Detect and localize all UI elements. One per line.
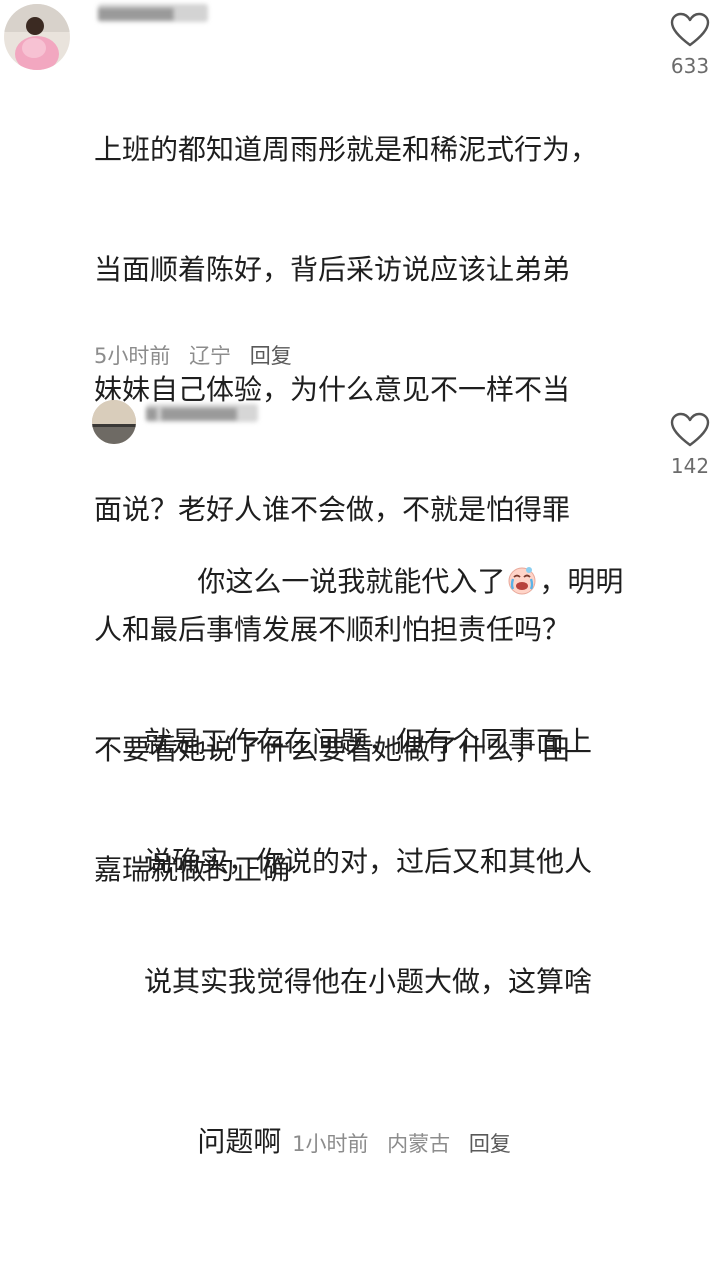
text-segment: 问题啊 (197, 1125, 282, 1158)
text-line: 说确实，你说的对，过后又和其他人 (144, 845, 593, 878)
like-count: 142 (670, 454, 710, 478)
timestamp: 1小时前 (292, 1132, 369, 1156)
avatar[interactable] (92, 400, 136, 444)
avatar-image (92, 400, 136, 444)
text-line: 你这么一说我就能代入了 ，明明 (144, 522, 654, 642)
crying-face-icon (507, 565, 537, 595)
avatar-image (4, 4, 70, 70)
reply-button[interactable]: 回复 (250, 344, 292, 368)
like-count: 633 (670, 54, 710, 78)
location: 辽宁 (189, 344, 232, 368)
text-segment: ，明明 (539, 565, 624, 598)
location: 内蒙古 (387, 1132, 451, 1156)
comment-1: ▆▆▆▆▆▆▆ 上班的都知道周雨彤就是和稀泥式行为， 当面顺着陈好，背后采访说应… (0, 0, 721, 886)
text-line: 问题啊 1小时前 内蒙古 回复 (144, 1082, 654, 1204)
timestamp: 5小时前 (94, 344, 171, 368)
heart-outline-icon (670, 12, 710, 47)
comment-text: 你这么一说我就能代入了 ，明明 就是工作存在问题，但有个同事面上 说确实，你说的… (144, 442, 654, 1284)
comment-meta: 5小时前 辽宁 回复 (94, 340, 304, 370)
reply-button[interactable]: 回复 (469, 1132, 511, 1156)
like-button[interactable]: 633 (660, 12, 720, 78)
comment-2: ▆ ▆▆▆▆▆▆▆ 你这么一说我就能代入了 ，明明 就是工作存在问题，但有个同事… (0, 390, 721, 1158)
text-line: 上班的都知道周雨彤就是和稀泥式行为， (94, 133, 599, 166)
comment-meta: 1小时前 内蒙古 回复 (285, 1132, 522, 1156)
text-line: 说其实我觉得他在小题大做，这算啥 (144, 965, 593, 998)
text-line: 当面顺着陈好，背后采访说应该让弟弟 (94, 253, 571, 286)
text-segment: 你这么一说我就能代入了 (197, 565, 506, 598)
heart-outline-icon (670, 412, 710, 447)
username[interactable]: ▆ ▆▆▆▆▆▆▆ (146, 404, 258, 422)
like-button[interactable]: 142 (660, 412, 720, 478)
text-line: 就是工作存在问题，但有个同事面上 (144, 725, 593, 758)
avatar[interactable] (4, 4, 70, 70)
username[interactable]: ▆▆▆▆▆▆▆ (98, 4, 208, 22)
